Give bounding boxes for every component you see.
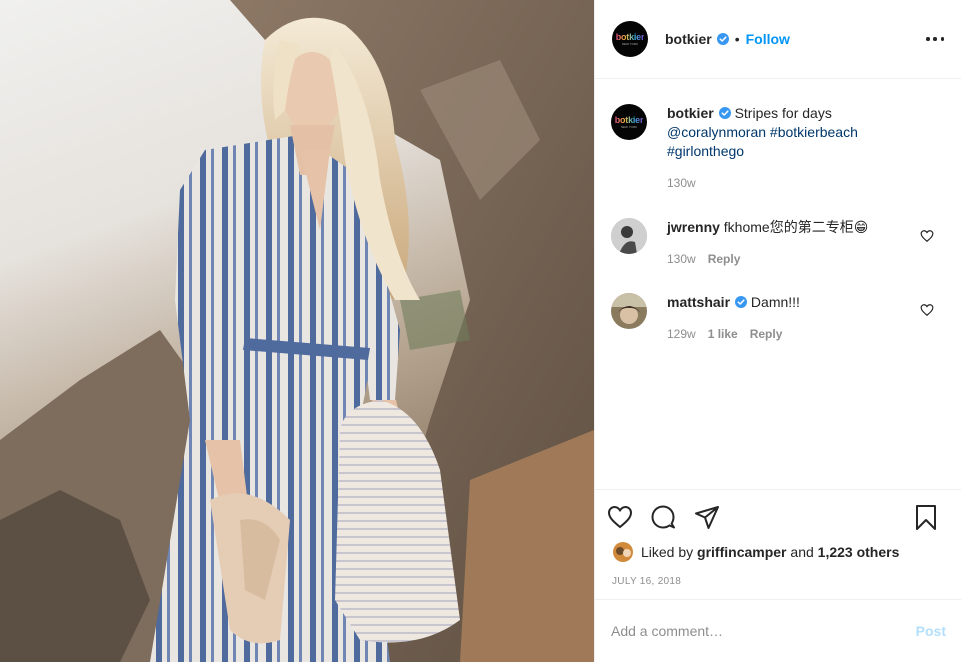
caption-brand-logo-sub: NEW YORK (620, 124, 638, 129)
more-dot (940, 37, 944, 41)
comment-username[interactable]: mattshair (667, 294, 730, 310)
add-comment-bar: Add a comment… Post (595, 599, 961, 662)
commenter-avatar[interactable] (611, 293, 647, 329)
post-sidebar: botkier NEW YORK botkier • Follow botkie… (594, 0, 961, 662)
likes-prefix: Liked by (641, 544, 694, 560)
comment-body: mattshair Damn!!! 129w 1 like Reply (667, 293, 917, 344)
share-icon[interactable] (693, 503, 721, 531)
caption-text: Stripes for days (734, 105, 832, 121)
comment-icon[interactable] (649, 503, 677, 531)
likes-summary: Liked by griffincamper and 1,223 others (613, 542, 899, 562)
like-comment-heart-icon[interactable] (920, 303, 934, 317)
comment-meta: 130w Reply (667, 250, 917, 269)
reply-button[interactable]: Reply (708, 250, 741, 269)
caption-time[interactable]: 130w (667, 174, 696, 193)
verified-badge-icon (716, 33, 729, 45)
likes-conjunction: and (790, 544, 814, 560)
post-photo-illustration (0, 0, 594, 662)
verified-badge-icon (718, 107, 731, 119)
caption-hashtag[interactable]: #botkierbeach (770, 124, 858, 140)
bookmark-icon[interactable] (912, 503, 940, 531)
comment-text: fkhome您的第二专柜😁 (723, 219, 869, 235)
caption-body: botkier Stripes for days @coralynmoran #… (667, 104, 917, 193)
comment-text: Damn!!! (750, 294, 800, 310)
caption-mention[interactable]: @coralynmoran (667, 124, 766, 140)
comments-list: botkier NEW YORK botkier Stripes for day… (595, 80, 961, 488)
caption-avatar[interactable]: botkier NEW YORK (611, 104, 647, 140)
comment-body: jwrenny fkhome您的第二专柜😁 130w Reply (667, 218, 917, 269)
author-avatar[interactable]: botkier NEW YORK (612, 21, 648, 57)
commenter-avatar[interactable] (611, 218, 647, 254)
caption-username[interactable]: botkier (667, 105, 714, 121)
like-comment-heart-icon[interactable] (920, 229, 934, 243)
post-header: botkier NEW YORK botkier • Follow (595, 0, 961, 79)
caption-meta: 130w (667, 174, 917, 193)
header-separator: • (734, 31, 740, 47)
more-options-icon[interactable] (926, 30, 944, 48)
comment-meta: 129w 1 like Reply (667, 325, 917, 344)
liker-avatar-image (613, 542, 633, 562)
post-photo[interactable] (0, 0, 594, 662)
commenter-avatar-image (611, 293, 647, 329)
reply-button[interactable]: Reply (750, 325, 783, 344)
commenter-avatar-image (611, 218, 647, 254)
follow-button[interactable]: Follow (746, 31, 790, 47)
likes-count[interactable]: 1,223 others (818, 544, 900, 560)
action-icons (607, 503, 946, 531)
comment-username[interactable]: jwrenny (667, 219, 720, 235)
post-actions: Liked by griffincamper and 1,223 others … (595, 489, 961, 599)
post-date[interactable]: JULY 16, 2018 (612, 576, 681, 587)
author-username[interactable]: botkier (665, 31, 712, 47)
heart-icon[interactable] (606, 503, 634, 531)
brand-logo-sub: NEW YORK (621, 41, 639, 46)
comment-time[interactable]: 130w (667, 250, 696, 269)
more-dot (926, 37, 930, 41)
post-comment-button[interactable]: Post (916, 623, 946, 639)
verified-badge-icon (735, 296, 748, 308)
likes-user[interactable]: griffincamper (697, 544, 786, 560)
caption-brand-logo: botkier (614, 114, 644, 125)
caption-hashtag[interactable]: #girlonthego (667, 143, 744, 159)
liker-avatar[interactable] (613, 542, 633, 562)
more-dot (933, 37, 937, 41)
comment-input[interactable]: Add a comment… (611, 623, 916, 639)
instagram-post: botkier NEW YORK botkier • Follow botkie… (0, 0, 961, 662)
brand-logo: botkier (615, 31, 645, 42)
comment-likes[interactable]: 1 like (708, 325, 738, 344)
comment-time[interactable]: 129w (667, 325, 696, 344)
